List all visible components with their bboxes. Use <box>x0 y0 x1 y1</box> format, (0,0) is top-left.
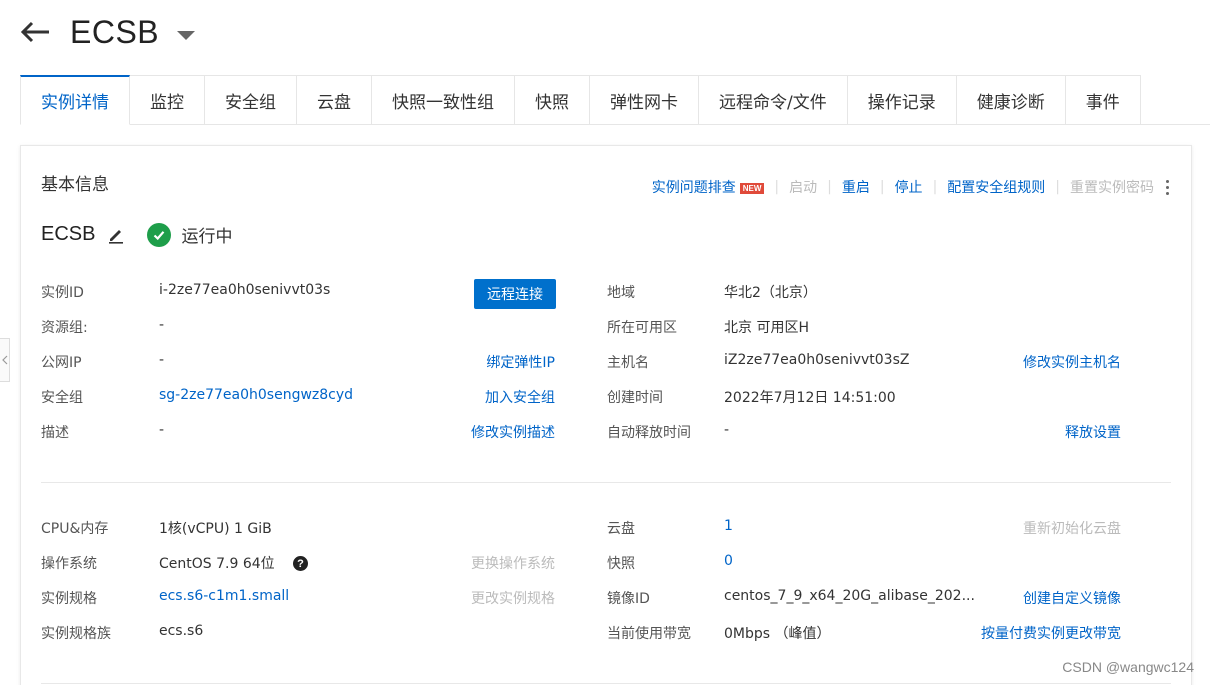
hostname-label: 主机名 <box>607 355 649 371</box>
remote-connect-button[interactable]: 远程连接 <box>474 279 556 309</box>
cpu-mem-value: 1核(vCPU) 1 GiB <box>159 521 272 537</box>
instance-name: ECSB <box>41 223 96 245</box>
reinit-disk-link[interactable]: 重新初始化云盘 <box>1023 518 1121 538</box>
separator: | <box>827 179 832 195</box>
config-security-rules-button[interactable]: 配置安全组规则 <box>947 177 1045 197</box>
security-group-link[interactable]: sg-2ze77ea0h0sengwz8cyd <box>159 387 353 403</box>
action-bar: 实例问题排查 NEW | 启动 | 重启 | 停止 | 配置安全组规则 | 重置实… <box>652 177 1169 197</box>
spec-link[interactable]: ecs.s6-c1m1.small <box>159 588 289 604</box>
instance-id-value: i-2ze77ea0h0senivvt03s <box>159 282 331 298</box>
change-bandwidth-link[interactable]: 按量付费实例更改带宽 <box>981 623 1121 643</box>
created-time-label: 创建时间 <box>607 390 663 406</box>
bind-eip-link[interactable]: 绑定弹性IP <box>486 352 555 372</box>
hostname-value: iZ2ze77ea0h0senivvt03sZ <box>724 352 910 368</box>
create-image-link[interactable]: 创建自定义镜像 <box>1023 588 1121 608</box>
instance-header: ECSB 运行中 <box>41 222 232 247</box>
back-arrow-icon[interactable] <box>20 17 50 47</box>
edit-description-link[interactable]: 修改实例描述 <box>471 422 555 442</box>
bandwidth-label: 当前使用带宽 <box>607 626 691 642</box>
change-os-link[interactable]: 更换操作系统 <box>471 553 555 573</box>
page-header: ECSB <box>20 12 196 52</box>
tab-security-group[interactable]: 安全组 <box>205 75 297 125</box>
status-text: 运行中 <box>181 227 233 247</box>
release-settings-link[interactable]: 释放设置 <box>1065 422 1121 442</box>
instance-id-label: 实例ID <box>41 285 84 301</box>
region-value: 华北2（北京） <box>724 285 817 301</box>
running-check-icon <box>147 222 172 247</box>
watermark: CSDN @wangwc124 <box>1062 659 1194 675</box>
troubleshoot-label: 实例问题排查 <box>651 180 736 196</box>
change-spec-link[interactable]: 更改实例规格 <box>471 588 555 608</box>
separator: | <box>1055 179 1060 195</box>
image-id-value: centos_7_9_x64_20G_alibase_202... <box>724 588 975 604</box>
tab-snapshot[interactable]: 快照 <box>515 75 590 125</box>
security-group-label: 安全组 <box>41 390 83 406</box>
public-ip-label: 公网IP <box>41 355 82 371</box>
help-question-icon[interactable]: ? <box>293 556 308 571</box>
cpu-mem-label: CPU&内存 <box>41 521 109 537</box>
tab-snapshot-consistency-group[interactable]: 快照一致性组 <box>372 75 515 125</box>
join-security-group-link[interactable]: 加入安全组 <box>485 387 555 407</box>
troubleshoot-link[interactable]: 实例问题排查 NEW <box>652 177 765 197</box>
tab-cloud-disk[interactable]: 云盘 <box>297 75 372 125</box>
more-options-icon[interactable] <box>1166 179 1169 195</box>
os-label: 操作系统 <box>41 556 97 572</box>
zone-label: 所在可用区 <box>607 320 677 336</box>
spec-family-label: 实例规格族 <box>41 626 111 642</box>
tab-operation-log[interactable]: 操作记录 <box>847 75 957 125</box>
tab-events[interactable]: 事件 <box>1065 75 1141 125</box>
stop-button[interactable]: 停止 <box>895 177 923 197</box>
separator: | <box>932 179 938 195</box>
resource-group-label: 资源组: <box>41 320 88 336</box>
separator: | <box>879 179 885 195</box>
bandwidth-value: 0Mbps （峰值） <box>724 626 831 642</box>
auto-release-value: - <box>724 422 730 438</box>
section-divider <box>41 482 1171 483</box>
separator: | <box>774 179 780 195</box>
restart-button[interactable]: 重启 <box>842 177 870 197</box>
page-title: ECSB <box>70 13 160 50</box>
side-collapse-handle[interactable] <box>0 338 10 382</box>
start-button[interactable]: 启动 <box>789 177 817 197</box>
new-badge: NEW <box>739 182 765 194</box>
auto-release-label: 自动释放时间 <box>607 425 691 441</box>
disk-count-link[interactable]: 1 <box>724 518 733 534</box>
description-value: - <box>159 422 165 438</box>
description-label: 描述 <box>41 425 69 441</box>
basic-info-panel: 基本信息 实例问题排查 NEW | 启动 | 重启 | 停止 | 配置安全组规则 … <box>20 145 1192 685</box>
spec-label: 实例规格 <box>41 591 97 607</box>
tab-instance-details[interactable]: 实例详情 <box>20 75 130 125</box>
os-value: CentOS 7.9 64位 <box>159 556 275 572</box>
tab-remote-command[interactable]: 远程命令/文件 <box>699 75 848 125</box>
public-ip-value: - <box>159 352 165 368</box>
edit-hostname-link[interactable]: 修改实例主机名 <box>1023 352 1121 372</box>
zone-value: 北京 可用区H <box>724 320 809 336</box>
panel-title: 基本信息 <box>41 175 109 195</box>
spec-family-value: ecs.s6 <box>159 623 204 639</box>
edit-pencil-icon[interactable] <box>107 226 125 244</box>
reset-password-button[interactable]: 重置实例密码 <box>1070 177 1154 197</box>
region-label: 地域 <box>607 285 635 301</box>
tab-eni[interactable]: 弹性网卡 <box>590 75 699 125</box>
created-time-value: 2022年7月12日 14:51:00 <box>724 390 896 406</box>
image-id-label: 镜像ID <box>607 591 650 607</box>
title-dropdown-caret-icon[interactable] <box>177 30 196 40</box>
tab-monitoring[interactable]: 监控 <box>130 75 205 125</box>
snapshot-label: 快照 <box>607 556 635 572</box>
disk-label: 云盘 <box>607 521 635 537</box>
tab-bar: 实例详情 监控 安全组 云盘 快照一致性组 快照 弹性网卡 远程命令/文件 操作… <box>20 75 1210 125</box>
tab-health-diagnosis[interactable]: 健康诊断 <box>956 75 1066 125</box>
snapshot-count-link[interactable]: 0 <box>724 553 733 569</box>
resource-group-value: - <box>159 317 165 333</box>
section-divider <box>41 683 1171 684</box>
